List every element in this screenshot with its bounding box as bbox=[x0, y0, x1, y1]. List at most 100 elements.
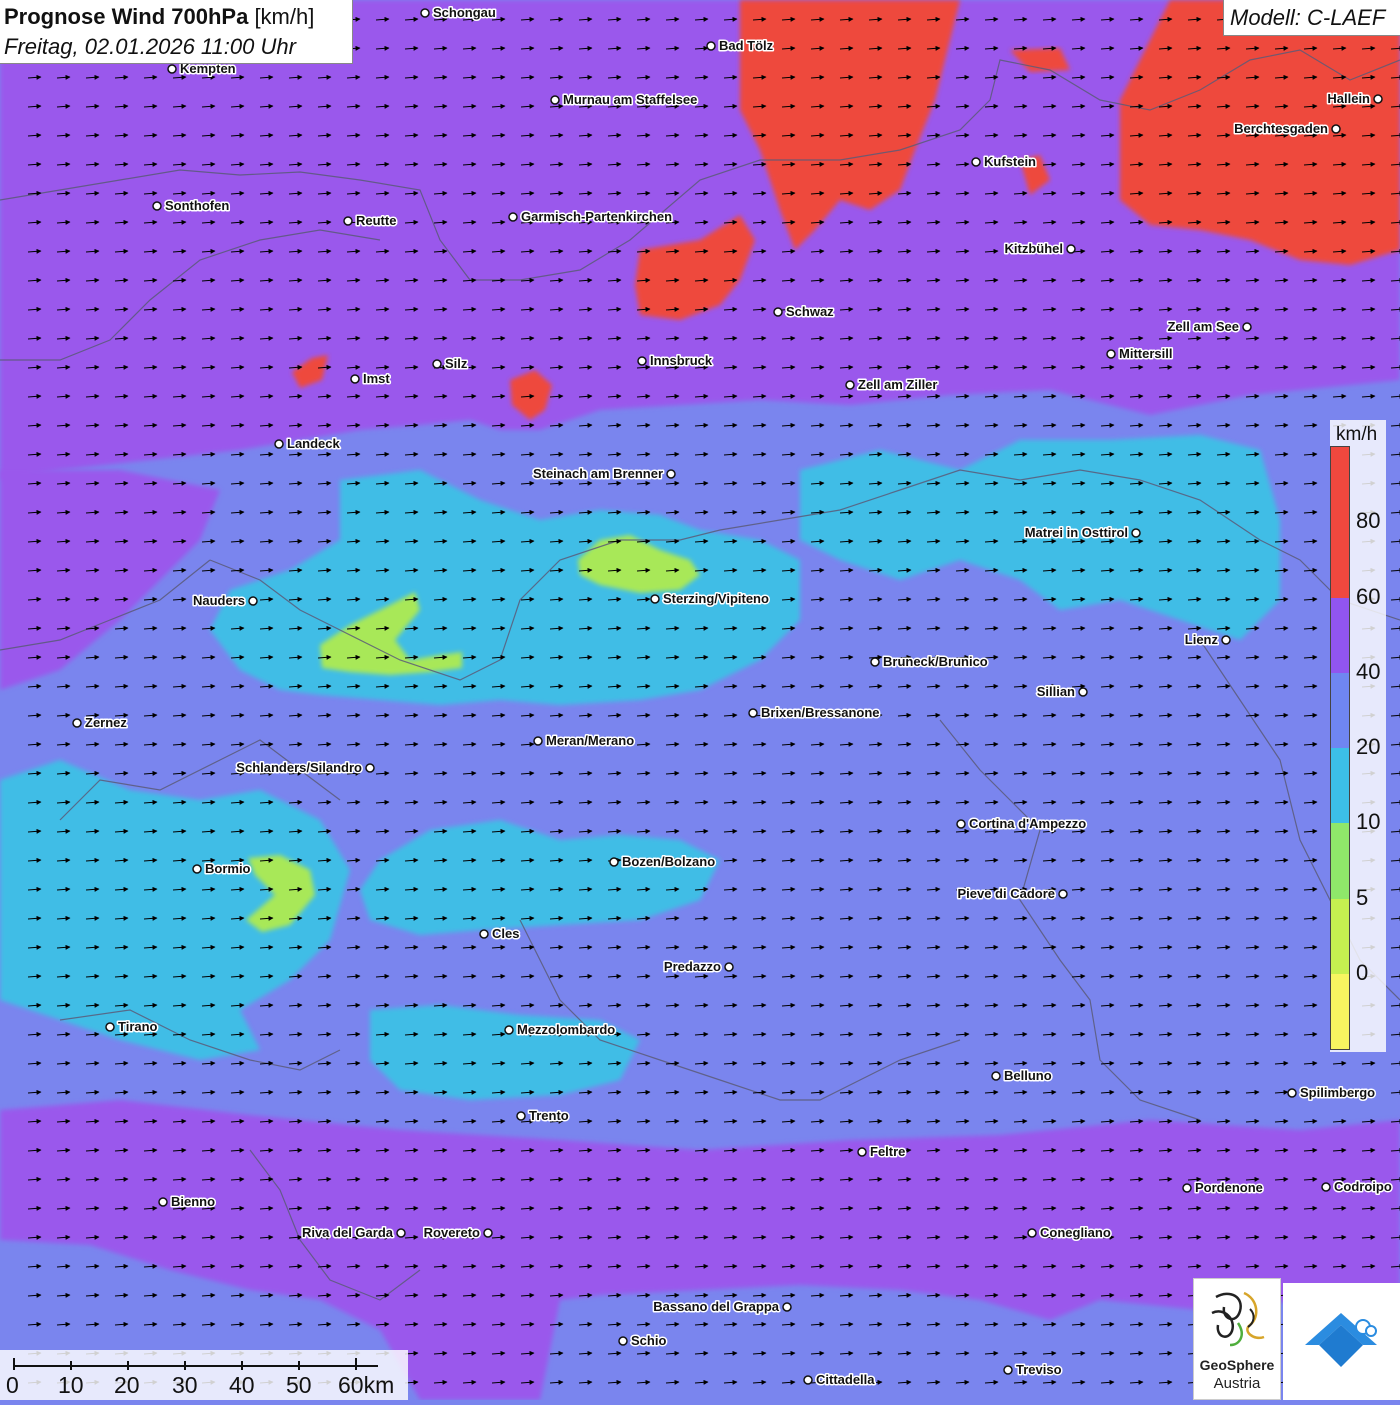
city-dot-icon bbox=[483, 1228, 493, 1238]
city-marker[interactable]: Garmisch-Partenkirchen bbox=[508, 208, 674, 226]
city-dot-icon bbox=[1058, 889, 1068, 899]
city-label: Matrei in Osttirol bbox=[1025, 525, 1128, 540]
city-label: Bad Tölz bbox=[719, 38, 774, 53]
city-marker[interactable]: Bruneck/Brunico bbox=[870, 653, 989, 671]
geosphere-logo[interactable]: GeoSphere Austria bbox=[1193, 1278, 1281, 1400]
scale-label: 50 bbox=[286, 1372, 312, 1398]
city-label: Rovereto bbox=[424, 1225, 480, 1240]
city-dot-icon bbox=[396, 1228, 406, 1238]
city-dot-icon bbox=[857, 1147, 867, 1157]
city-dot-icon bbox=[1066, 244, 1076, 254]
city-label: Sillian bbox=[1037, 684, 1075, 699]
city-marker[interactable]: Spilimbergo bbox=[1287, 1084, 1377, 1102]
city-label: Belluno bbox=[1004, 1068, 1052, 1083]
city-marker[interactable]: Conegliano bbox=[1027, 1224, 1112, 1242]
scale-label: 0 bbox=[6, 1372, 19, 1398]
city-dot-icon bbox=[1182, 1183, 1192, 1193]
city-label: Spilimbergo bbox=[1300, 1085, 1375, 1100]
city-label: Landeck bbox=[287, 436, 341, 451]
city-label: Schio bbox=[631, 1333, 666, 1348]
legend-swatch bbox=[1331, 898, 1349, 974]
city-marker[interactable]: Murnau am Staffelsee bbox=[550, 91, 699, 109]
city-marker[interactable]: Bozen/Bolzano bbox=[609, 853, 717, 871]
city-marker[interactable]: Bassano del Grappa bbox=[652, 1298, 792, 1316]
city-label: Bormio bbox=[205, 861, 251, 876]
city-marker[interactable]: Schlanders/Silandro bbox=[235, 759, 375, 777]
model-label: Modell: C-LAEF bbox=[1230, 5, 1386, 30]
city-label: Riva del Garda bbox=[302, 1225, 394, 1240]
city-dot-icon bbox=[504, 1025, 514, 1035]
city-marker[interactable]: Pieve di Cadore bbox=[956, 885, 1068, 903]
city-label: Sonthofen bbox=[165, 198, 229, 213]
city-label: Cles bbox=[492, 926, 519, 941]
city-marker[interactable]: Meran/Merano bbox=[533, 732, 636, 750]
legend-swatch bbox=[1331, 973, 1349, 1049]
city-label: Zell am Ziller bbox=[858, 377, 937, 392]
legend-label: 60 bbox=[1356, 583, 1381, 609]
city-marker[interactable]: Zell am Ziller bbox=[845, 376, 939, 394]
scale-label: 20 bbox=[114, 1372, 140, 1398]
city-dot-icon bbox=[420, 8, 430, 18]
city-marker[interactable]: Steinach am Brenner bbox=[531, 465, 676, 483]
city-dot-icon bbox=[1331, 124, 1341, 134]
city-label: Treviso bbox=[1016, 1362, 1062, 1377]
city-dot-icon bbox=[1131, 528, 1141, 538]
city-label: Kufstein bbox=[984, 154, 1036, 169]
city-marker[interactable]: Schongau bbox=[420, 4, 497, 22]
forecast-time: Freitag, 02.01.2026 11:00 Uhr bbox=[4, 34, 296, 59]
city-label: Sterzing/Vipiteno bbox=[663, 591, 769, 606]
city-label: Bienno bbox=[171, 1194, 215, 1209]
city-dot-icon bbox=[1003, 1365, 1013, 1375]
city-marker[interactable]: Sterzing/Vipiteno bbox=[650, 590, 770, 608]
city-dot-icon bbox=[508, 212, 518, 222]
city-dot-icon bbox=[1321, 1182, 1331, 1192]
city-marker[interactable]: Riva del Garda bbox=[300, 1224, 406, 1242]
city-dot-icon bbox=[971, 157, 981, 167]
city-dot-icon bbox=[248, 596, 258, 606]
legend: km/h 80 60 40 20 10 5 0 bbox=[1330, 420, 1386, 1052]
city-label: Mezzolombardo bbox=[517, 1022, 615, 1037]
legend-swatch bbox=[1331, 823, 1349, 899]
city-marker[interactable]: Pordenone bbox=[1182, 1179, 1264, 1197]
city-label: Lienz bbox=[1185, 632, 1219, 647]
city-dot-icon bbox=[748, 708, 758, 718]
city-marker[interactable]: Cortina d'Ampezzo bbox=[956, 815, 1088, 833]
city-marker[interactable]: Zell am See bbox=[1166, 318, 1252, 336]
city-dot-icon bbox=[550, 95, 560, 105]
city-dot-icon bbox=[650, 594, 660, 604]
title-box: Prognose Wind 700hPa [km/h] Freitag, 02.… bbox=[0, 0, 353, 64]
city-dot-icon bbox=[845, 380, 855, 390]
city-dot-icon bbox=[782, 1302, 792, 1312]
city-marker[interactable]: Sonthofen bbox=[152, 197, 231, 215]
city-dot-icon bbox=[343, 216, 353, 226]
city-label: Berchtesgaden bbox=[1234, 121, 1328, 136]
city-marker[interactable]: Brixen/Bressanone bbox=[748, 704, 881, 722]
city-label: Bassano del Grappa bbox=[653, 1299, 779, 1314]
city-dot-icon bbox=[1373, 94, 1383, 104]
city-dot-icon bbox=[803, 1375, 813, 1385]
city-label: Nauders bbox=[193, 593, 245, 608]
city-label: Reutte bbox=[356, 213, 396, 228]
city-dot-icon bbox=[479, 929, 489, 939]
legend-swatch bbox=[1331, 597, 1349, 673]
city-dot-icon bbox=[167, 64, 177, 74]
city-dot-icon bbox=[158, 1197, 168, 1207]
city-label: Imst bbox=[363, 371, 390, 386]
city-marker[interactable]: Mezzolombardo bbox=[504, 1021, 617, 1039]
legend-label: 20 bbox=[1356, 734, 1381, 759]
city-label: Schongau bbox=[433, 5, 496, 20]
city-label: Steinach am Brenner bbox=[533, 466, 663, 481]
city-marker[interactable]: Innsbruck bbox=[637, 352, 714, 370]
city-marker[interactable]: Matrei in Osttirol bbox=[1023, 524, 1141, 542]
title-unit: [km/h] bbox=[254, 4, 315, 29]
city-label: Tirano bbox=[118, 1019, 158, 1034]
legend-label: 80 bbox=[1356, 508, 1381, 534]
city-dot-icon bbox=[706, 41, 716, 51]
city-marker[interactable]: Berchtesgaden bbox=[1233, 120, 1341, 138]
city-dot-icon bbox=[870, 657, 880, 667]
app-logo[interactable] bbox=[1283, 1283, 1400, 1400]
city-label: Trento bbox=[529, 1108, 569, 1123]
city-label: Schlanders/Silandro bbox=[236, 760, 362, 775]
city-dot-icon bbox=[350, 374, 360, 384]
wind-map[interactable]: SchongauBad TölzKemptenMurnau am Staffel… bbox=[0, 0, 1400, 1400]
